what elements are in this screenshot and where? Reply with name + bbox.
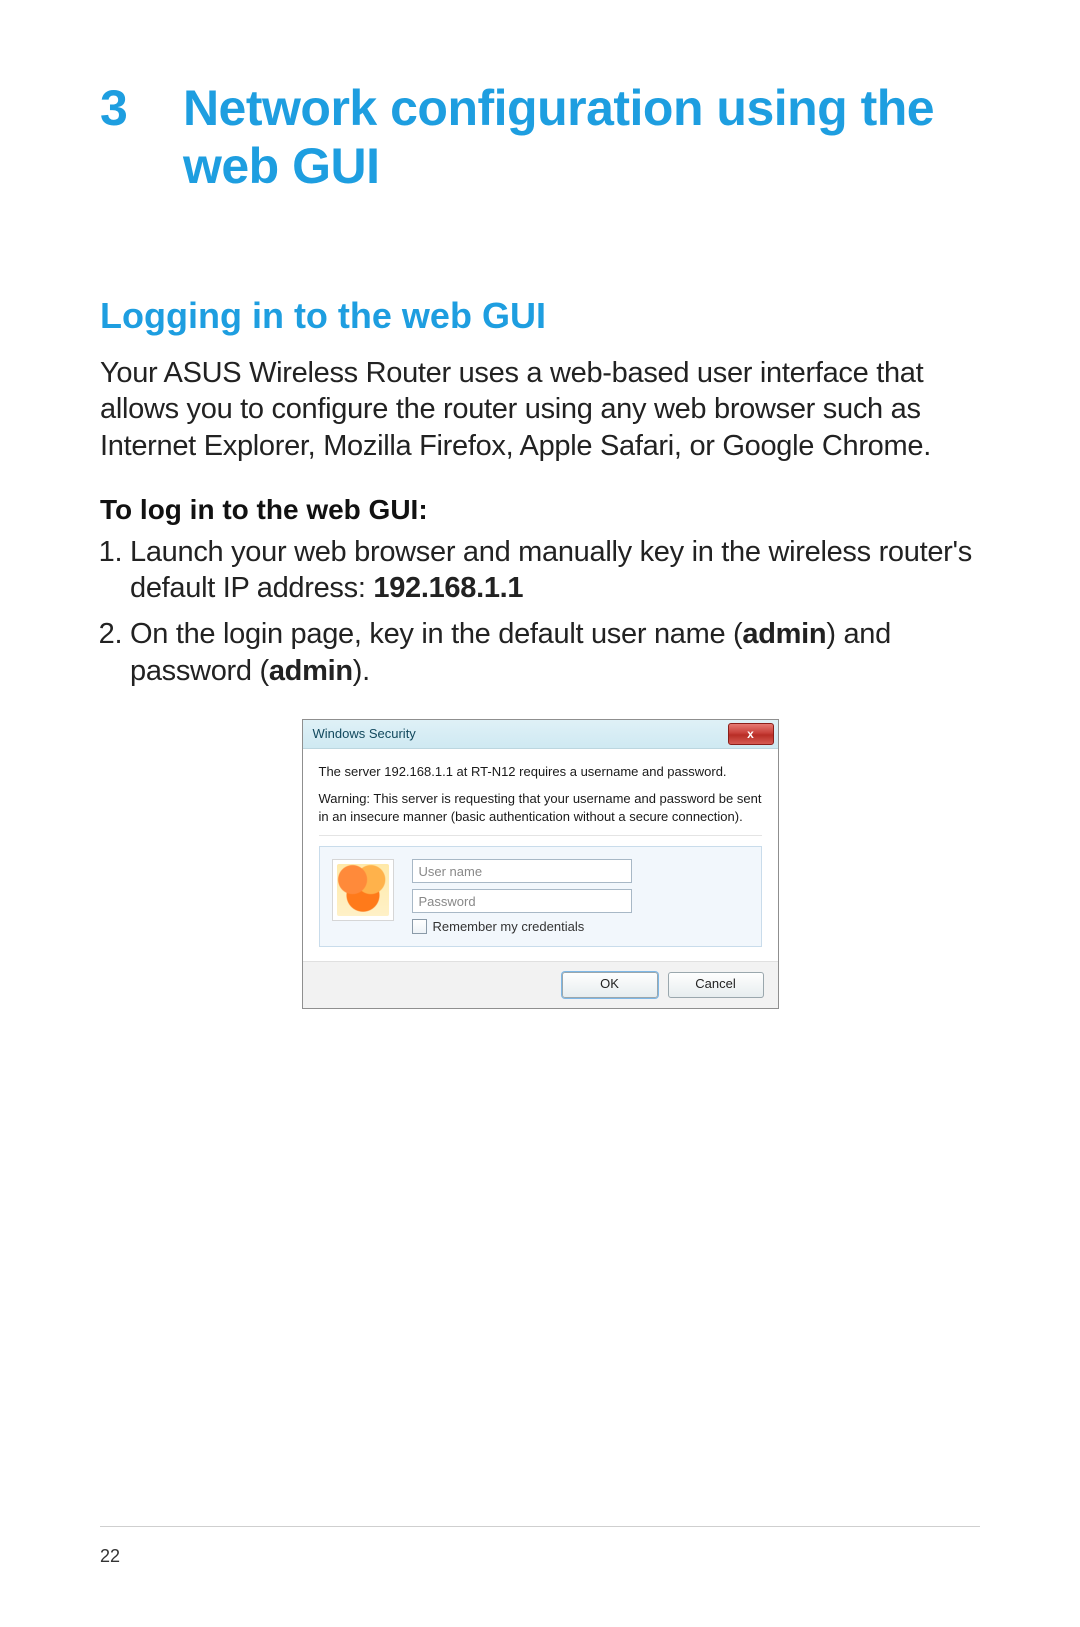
credentials-box: User name Password Remember my credentia…: [319, 846, 762, 947]
username-input[interactable]: User name: [412, 859, 632, 883]
checkbox-icon[interactable]: [412, 919, 427, 934]
dialog-titlebar: Windows Security x: [303, 720, 778, 749]
close-icon: x: [747, 728, 754, 740]
dialog-message-1: The server 192.168.1.1 at RT-N12 require…: [319, 763, 762, 781]
footer-divider: [100, 1526, 980, 1527]
steps-list: Launch your web browser and manually key…: [100, 534, 980, 689]
remember-label: Remember my credentials: [433, 919, 585, 934]
ok-button[interactable]: OK: [562, 972, 658, 998]
dialog-footer: OK Cancel: [303, 961, 778, 1008]
close-button[interactable]: x: [728, 723, 774, 745]
intro-paragraph: Your ASUS Wireless Router uses a web-bas…: [100, 355, 980, 464]
subheading: To log in to the web GUI:: [100, 494, 980, 526]
chapter-number: 3: [100, 80, 183, 138]
page-number: 22: [100, 1546, 120, 1567]
step-2-admin-2: admin: [269, 655, 353, 687]
section-title: Logging in to the web GUI: [100, 295, 980, 337]
windows-security-dialog: Windows Security x The server 192.168.1.…: [302, 719, 779, 1010]
dialog-title: Windows Security: [313, 726, 416, 741]
remember-checkbox-row[interactable]: Remember my credentials: [412, 919, 749, 934]
step-1-ip: 192.168.1.1: [373, 572, 523, 604]
step-1: Launch your web browser and manually key…: [130, 534, 980, 607]
chapter-heading: 3 Network configuration using the web GU…: [100, 80, 980, 195]
chapter-title: Network configuration using the web GUI: [183, 80, 980, 195]
dialog-separator: [319, 835, 762, 836]
user-avatar-icon: [332, 859, 394, 921]
step-1-text: Launch your web browser and manually key…: [130, 536, 972, 604]
step-2-text-c: ).: [353, 655, 370, 687]
step-2-text-a: On the login page, key in the default us…: [130, 618, 742, 650]
cancel-button[interactable]: Cancel: [668, 972, 764, 998]
step-2: On the login page, key in the default us…: [130, 616, 980, 689]
password-input[interactable]: Password: [412, 889, 632, 913]
dialog-message-2: Warning: This server is requesting that …: [319, 790, 762, 825]
step-2-admin-1: admin: [742, 618, 826, 650]
